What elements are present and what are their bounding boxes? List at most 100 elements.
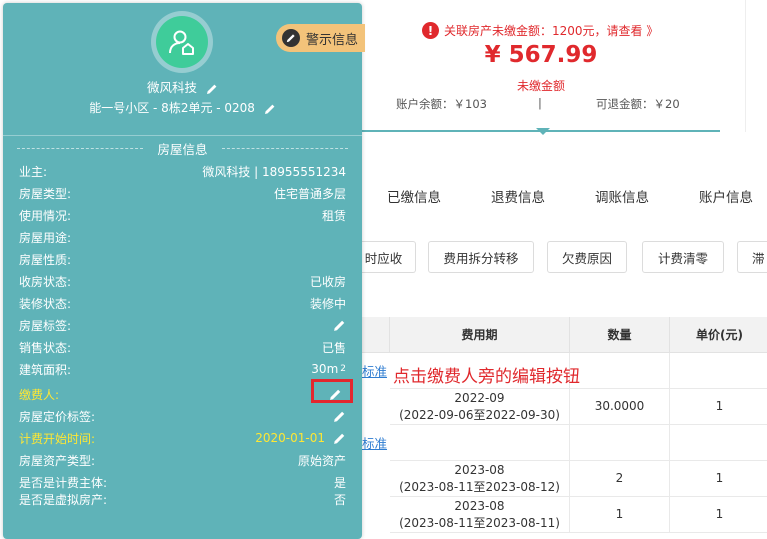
table-header-blank [362,317,390,353]
field-label: 收房状态: [19,274,72,289]
avatar [151,11,213,73]
field-value [325,410,346,423]
table-cell-qty: 1 [570,497,670,533]
notice-text: 关联房产未缴金额：1200元，请查看 》 [444,24,659,38]
late-fee-button[interactable]: 滞 [737,241,767,273]
field-value: 否 [333,492,346,507]
field-label: 房屋资产类型: [19,453,96,468]
house-info-panel: 微风科技 能一号小区 - 8栋2单元 - 0208 房屋信息 业主: 微风科技 |… [3,3,362,539]
field-payer: 缴费人: [19,384,346,404]
house-address: 能一号小区 - 8栋2单元 - 0208 [89,101,255,115]
table-cell-period: 2023-08 (2023-08-11至2023-08-12) [390,461,570,497]
field-house-type: 房屋类型: 住宅普通多层 [19,183,346,203]
field-billing-start: 计费开始时间: 2020-01-01 [19,428,346,448]
period-month: 2023-08 [454,498,505,513]
arrears-reason-button[interactable]: 欠费原因 [547,241,627,273]
period-range: (2023-08-11至2023-08-12) [399,479,560,494]
field-virtual-property: 是否是虚拟房产: 否 [19,489,346,509]
highlight-box [311,379,353,403]
field-usage: 使用情况: 租赁 [19,205,346,225]
table-row-blank [670,425,767,461]
field-house-tags: 房屋标签: [19,315,346,335]
field-label: 房屋用途: [19,230,72,245]
field-value: 已售 [321,340,346,355]
edit-icon[interactable] [333,432,346,445]
edit-circle-icon [282,29,300,47]
table-header-price: 单价(元) [670,317,767,353]
warning-info-label: 警示信息 [306,32,359,48]
field-label: 计费开始时间: [19,431,96,446]
summary-caret [536,128,550,135]
edit-icon[interactable] [264,103,276,115]
field-pricing-tags: 房屋定价标签: [19,406,346,426]
field-value: 是 [333,475,346,490]
field-asset-type: 房屋资产类型: 原始资产 [19,450,346,470]
tab-paid-info[interactable]: 已缴信息 [362,186,466,206]
right-panel-edge [745,0,767,132]
divider [17,147,144,149]
edit-icon[interactable] [206,83,218,95]
field-nature: 房屋性质: [19,249,346,269]
divider [221,147,348,149]
field-label: 缴费人: [19,387,60,402]
balance-separator: | [538,96,542,110]
tab-adjust-info[interactable]: 调账信息 [570,186,674,206]
field-label: 使用情况: [19,208,72,223]
edit-icon[interactable] [333,410,346,423]
panel-header: 微风科技 能一号小区 - 8栋2单元 - 0208 [3,3,362,136]
period-month: 2022-09 [454,390,505,405]
table-row-blank [570,425,670,461]
field-label: 装修状态: [19,296,72,311]
table-cell-period: 2023-08 (2023-08-11至2023-08-11) [390,497,570,533]
tab-refund-info[interactable]: 退费信息 [466,186,570,206]
standard-link[interactable]: 标准 [362,361,387,380]
field-label: 是否是虚拟房产: [19,492,108,507]
field-value: 装修中 [309,296,346,311]
area-value: 30m [311,362,339,376]
tab-account-info[interactable]: 账户信息 [674,186,767,206]
table-cell-price: 1 [670,461,767,497]
field-label: 房屋类型: [19,186,72,201]
address-line: 能一号小区 - 8栋2单元 - 0208 [3,99,362,116]
period-range: (2022-09-06至2022-09-30) [399,407,560,422]
field-handover-status: 收房状态: 已收房 [19,271,346,291]
field-label: 房屋标签: [19,318,72,333]
field-value: 原始资产 [297,453,346,468]
field-label: 建筑面积: [19,362,72,377]
owner-name-line: 微风科技 [3,77,362,96]
field-owner: 业主: 微风科技 | 18955551234 [19,161,346,181]
area-unit-superscript: 2 [340,364,346,374]
standard-link[interactable]: 标准 [362,433,387,452]
field-value-text: 2020-01-01 [255,431,325,445]
refundable-amount: 可退金额：￥20 [596,97,680,111]
edit-icon[interactable] [333,319,346,332]
fee-tabs: 已缴信息 退费信息 调账信息 账户信息 [362,186,767,206]
account-balance: 账户余额：￥103 [396,97,487,111]
table-cell-period: 2022-09 (2022-09-06至2022-09-30) [390,389,570,425]
field-label: 销售状态: [19,340,72,355]
field-value: 2020-01-01 [255,431,346,445]
warning-info-button[interactable]: 警示信息 [276,24,365,52]
table-row-blank [670,353,767,389]
table-header-qty: 数量 [570,317,670,353]
table-cell-price: 1 [670,389,767,425]
field-label: 房屋定价标签: [19,409,96,424]
table-row-blank [570,353,670,389]
instruction-annotation: 点击缴费人旁的编辑按钮 [393,367,580,387]
billing-reset-button[interactable]: 计费清零 [642,241,724,273]
table-header-period: 费用期 [390,317,570,353]
related-property-notice[interactable]: ! 关联房产未缴金额：1200元，请查看 》 [422,22,658,39]
field-value: 微风科技 | 18955551234 [202,164,346,179]
table-cell-price: 1 [670,497,767,533]
table-cell-qty: 30.0000 [570,389,670,425]
fee-split-transfer-button[interactable]: 费用拆分转移 [428,241,534,273]
section-title-house-info: 房屋信息 [3,138,362,158]
field-purpose: 房屋用途: [19,227,346,247]
fee-summary: ! 关联房产未缴金额：1200元，请查看 》 ¥ 567.99 未缴金额 账户余… [362,0,720,135]
field-decoration-status: 装修状态: 装修中 [19,293,346,313]
unpaid-amount: ¥ 567.99 [484,42,598,68]
field-value: 租赁 [321,208,346,223]
period-range: (2023-08-11至2023-08-11) [399,515,560,530]
field-value: 已收房 [309,274,346,289]
warning-icon: ! [422,22,439,39]
